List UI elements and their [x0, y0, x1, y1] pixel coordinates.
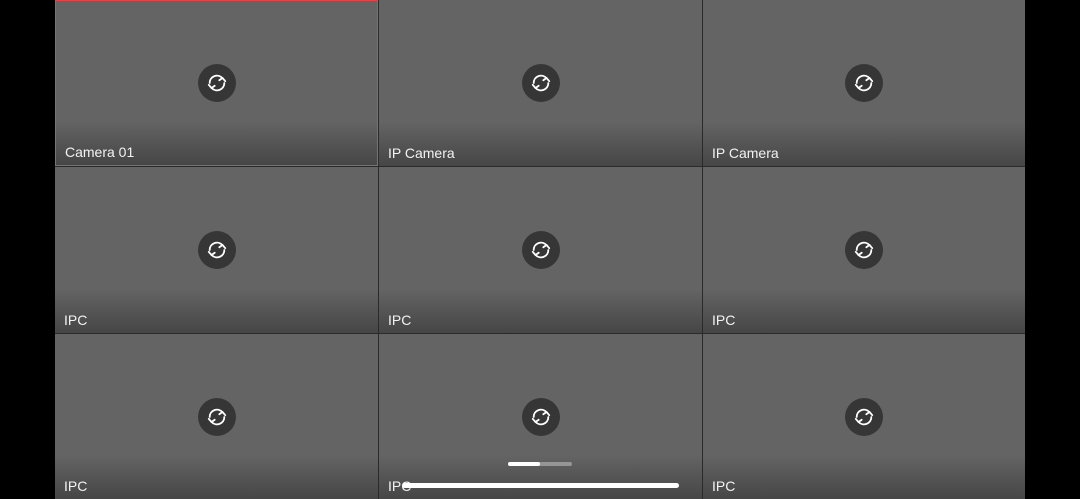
tile-shade — [55, 289, 378, 333]
camera-name-label: IPC — [712, 312, 736, 328]
tile-shade — [703, 289, 1025, 333]
camera-name-label: IP Camera — [388, 145, 455, 161]
refresh-icon[interactable] — [197, 397, 236, 436]
camera-tile-3[interactable]: IP Camera — [703, 0, 1025, 166]
camera-tile-9[interactable]: IPC — [703, 334, 1025, 499]
camera-tile-4[interactable]: IPC — [55, 167, 378, 333]
page-indicator — [508, 462, 572, 466]
refresh-icon[interactable] — [197, 64, 236, 102]
camera-name-label: IPC — [712, 478, 736, 494]
camera-name-label: IPC — [64, 312, 88, 328]
page-indicator-active — [508, 462, 540, 466]
camera-name-label: IPC — [388, 312, 412, 328]
refresh-icon[interactable] — [521, 231, 560, 269]
refresh-icon[interactable] — [521, 397, 560, 436]
refresh-icon[interactable] — [521, 64, 560, 102]
refresh-icon[interactable] — [845, 231, 883, 269]
camera-tile-1[interactable]: Camera 01 — [55, 0, 378, 166]
camera-tile-2[interactable]: IP Camera — [379, 0, 702, 166]
camera-name-label: IPC — [64, 478, 88, 494]
camera-grid: Camera 01 IP Camera IP Camera IPC IPC IP… — [55, 0, 1025, 499]
camera-tile-8[interactable]: IPC — [379, 334, 702, 499]
camera-tile-7[interactable]: IPC — [55, 334, 378, 499]
camera-tile-6[interactable]: IPC — [703, 167, 1025, 333]
refresh-icon[interactable] — [197, 231, 236, 269]
tile-shade — [703, 455, 1025, 499]
refresh-icon[interactable] — [845, 64, 883, 102]
camera-name-label: IP Camera — [712, 145, 779, 161]
camera-tile-5[interactable]: IPC — [379, 167, 702, 333]
home-indicator[interactable] — [402, 483, 679, 488]
refresh-icon[interactable] — [845, 397, 883, 436]
camera-name-label: Camera 01 — [65, 144, 135, 160]
tile-shade — [379, 289, 702, 333]
tile-shade — [55, 455, 378, 499]
